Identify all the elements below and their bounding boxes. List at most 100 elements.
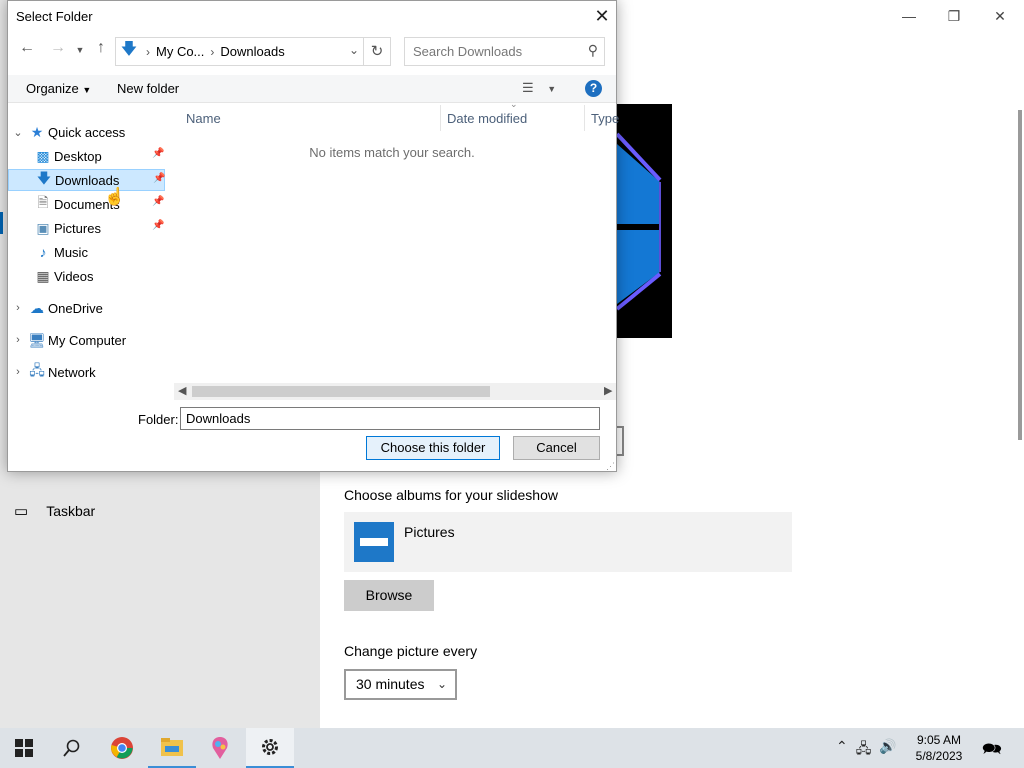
close-icon[interactable]: ✕ bbox=[591, 6, 613, 27]
nav-pictures[interactable]: ▣ Pictures 📌 bbox=[32, 217, 166, 239]
choose-folder-button[interactable]: Choose this folder bbox=[366, 436, 500, 460]
close-window-icon[interactable]: ✕ bbox=[989, 6, 1011, 28]
system-tray: ⌃ 🖧 🔊 bbox=[836, 738, 897, 762]
document-icon: 🗎 bbox=[37, 194, 49, 210]
sort-chevron-icon: ⌄ bbox=[510, 99, 518, 109]
recent-dropdown-icon[interactable]: ▼ bbox=[70, 45, 90, 55]
up-icon[interactable]: ↑ bbox=[91, 39, 111, 57]
background-preview bbox=[612, 104, 672, 338]
nav-music[interactable]: ♪ Music bbox=[32, 241, 88, 263]
chrome-icon[interactable] bbox=[98, 728, 146, 768]
empty-message: No items match your search. bbox=[309, 145, 475, 160]
nav-onedrive[interactable]: › ☁ OneDrive bbox=[10, 297, 103, 319]
organize-label: Organize bbox=[26, 81, 79, 96]
scroll-thumb[interactable] bbox=[192, 386, 490, 397]
desktop-icon: ▩ bbox=[36, 147, 50, 164]
search-icon: ⚲ bbox=[587, 42, 598, 58]
chevron-right-icon: › bbox=[210, 44, 215, 59]
view-options-button[interactable]: ☰ ▼ bbox=[522, 80, 556, 96]
nav-my-computer[interactable]: › 🖥 My Computer bbox=[10, 329, 126, 351]
nav-desktop[interactable]: ▩ Desktop 📌 bbox=[32, 145, 166, 167]
album-tile[interactable]: Pictures bbox=[344, 512, 792, 572]
back-icon[interactable]: ← bbox=[17, 39, 37, 57]
chevron-right-icon[interactable]: › bbox=[10, 334, 26, 346]
interval-select[interactable]: 30 minutes ⌄ bbox=[344, 669, 457, 700]
search-icon[interactable] bbox=[48, 728, 96, 768]
clock-date: 5/8/2023 bbox=[915, 749, 963, 763]
chevron-right-icon[interactable]: › bbox=[10, 366, 26, 378]
network-status-icon[interactable]: 🖧 bbox=[856, 738, 872, 762]
column-divider[interactable] bbox=[440, 105, 441, 131]
sidebar-selection-accent bbox=[0, 212, 3, 234]
nav-label: Downloads bbox=[55, 172, 120, 188]
scroll-left-icon[interactable]: ◀ bbox=[178, 383, 186, 400]
interval-heading: Change picture every bbox=[344, 643, 478, 659]
forward-icon[interactable]: → bbox=[48, 39, 68, 57]
search-input[interactable]: Search Downloads ⚲ bbox=[404, 37, 605, 66]
nav-label: My Computer bbox=[48, 332, 127, 348]
column-name[interactable]: Name bbox=[186, 111, 221, 126]
volume-icon[interactable]: 🔊 bbox=[879, 738, 896, 762]
paint-icon[interactable] bbox=[196, 728, 244, 768]
column-type[interactable]: Type bbox=[591, 111, 619, 126]
chevron-down-icon[interactable]: ⌄ bbox=[10, 126, 26, 139]
downloads-arrow-icon: 🡇 bbox=[36, 170, 52, 186]
folder-label: Folder: bbox=[138, 412, 179, 427]
chevron-down-icon: ▼ bbox=[547, 84, 557, 94]
interval-value: 30 minutes bbox=[356, 676, 425, 692]
chevron-down-icon: ▼ bbox=[82, 85, 92, 95]
minimize-icon[interactable]: — bbox=[898, 6, 920, 28]
windows-start-icon[interactable] bbox=[0, 728, 48, 768]
pin-icon[interactable]: 📌 bbox=[152, 220, 164, 231]
cancel-button[interactable]: Cancel bbox=[513, 436, 600, 460]
breadcrumb-my-computer[interactable]: My Co... bbox=[156, 44, 204, 59]
nav-network[interactable]: › 🖧 Network bbox=[10, 361, 96, 383]
hand-cursor-icon: ☝ bbox=[104, 187, 126, 206]
pin-icon[interactable]: 📌 bbox=[152, 148, 164, 159]
nav-label: Network bbox=[48, 364, 96, 380]
music-note-icon: ♪ bbox=[39, 244, 47, 260]
file-explorer-icon[interactable] bbox=[148, 728, 196, 768]
clock-time: 9:05 AM bbox=[916, 733, 962, 747]
breadcrumb-downloads[interactable]: Downloads bbox=[220, 44, 284, 59]
nav-label: OneDrive bbox=[48, 300, 103, 316]
address-bar[interactable]: 🡇 › My Co... › Downloads ⌄ bbox=[115, 37, 364, 66]
nav-label: Desktop bbox=[54, 148, 102, 164]
albums-heading: Choose albums for your slideshow bbox=[344, 487, 558, 503]
pin-icon[interactable]: 📌 bbox=[152, 196, 164, 207]
nav-quick-access[interactable]: ⌄ ★ Quick access bbox=[10, 121, 125, 143]
nav-videos[interactable]: ▦ Videos bbox=[32, 265, 93, 287]
dialog-title: Select Folder bbox=[16, 9, 93, 24]
horizontal-scrollbar[interactable]: ◀ ▶ bbox=[174, 383, 616, 400]
sidebar-item-taskbar[interactable]: ▭ Taskbar bbox=[14, 502, 95, 520]
help-icon[interactable]: ? bbox=[585, 80, 602, 97]
refresh-icon[interactable]: ↻ bbox=[364, 37, 391, 66]
browse-button[interactable]: Browse bbox=[344, 580, 434, 611]
chevron-right-icon[interactable]: › bbox=[10, 302, 26, 314]
chevron-up-icon[interactable]: ⌃ bbox=[836, 738, 848, 762]
organize-button[interactable]: Organize ▼ bbox=[26, 81, 91, 96]
nav-downloads[interactable]: 🡇 Downloads 📌 bbox=[8, 169, 165, 191]
pictures-folder-icon bbox=[354, 522, 394, 562]
chevron-down-icon[interactable]: ⌄ bbox=[349, 43, 359, 57]
view-list-icon: ☰ bbox=[522, 80, 534, 95]
settings-scrollbar[interactable] bbox=[1018, 110, 1022, 440]
scroll-right-icon[interactable]: ▶ bbox=[604, 383, 612, 400]
resize-grip-icon[interactable]: ⋰ bbox=[606, 461, 615, 472]
downloads-arrow-icon: 🡇 bbox=[120, 41, 138, 58]
clock[interactable]: 9:05 AM 5/8/2023 bbox=[904, 732, 974, 764]
notification-icon[interactable]: 🗪 bbox=[982, 738, 1002, 765]
folder-field[interactable] bbox=[180, 407, 600, 430]
select-folder-dialog: Select Folder ✕ ← → ▼ ↑ 🡇 › My Co... › D… bbox=[7, 0, 619, 472]
column-date-modified[interactable]: Date modified bbox=[447, 111, 527, 126]
restore-icon[interactable]: ❐ bbox=[943, 6, 965, 28]
search-placeholder: Search Downloads bbox=[413, 44, 523, 59]
column-divider[interactable] bbox=[584, 105, 585, 131]
chevron-down-icon: ⌄ bbox=[436, 677, 447, 691]
nav-documents[interactable]: 🗎 Documents 📌 bbox=[32, 193, 166, 215]
pin-icon[interactable]: 📌 bbox=[153, 173, 165, 184]
new-folder-button[interactable]: New folder bbox=[117, 81, 179, 96]
network-icon: 🖧 bbox=[29, 362, 45, 378]
settings-gear-icon[interactable] bbox=[246, 728, 294, 768]
navigation-pane: ⌄ ★ Quick access ▩ Desktop 📌 🡇 Downloads… bbox=[8, 105, 166, 398]
